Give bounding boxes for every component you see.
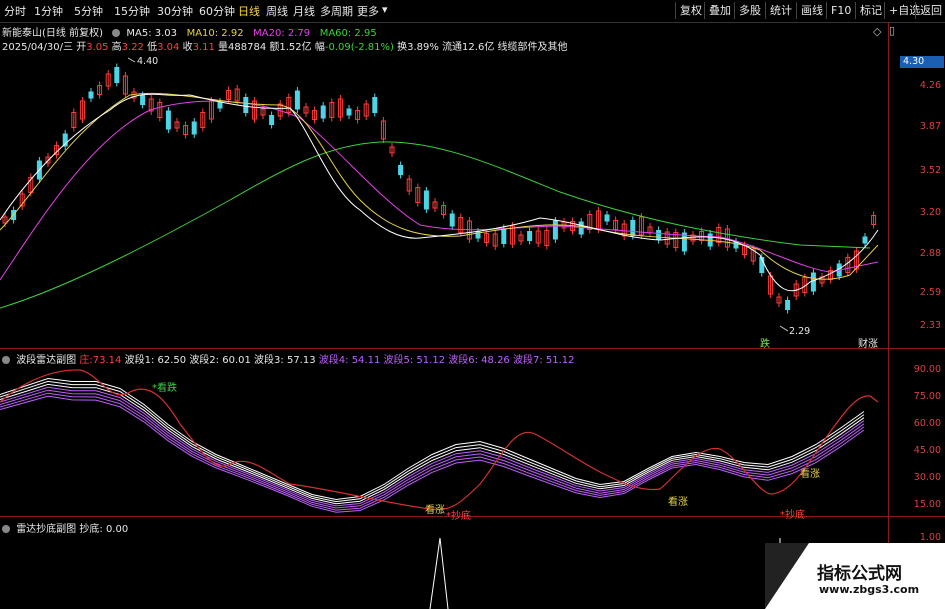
tab-period-30min[interactable]: 30分钟 bbox=[157, 3, 193, 19]
diamond-icon[interactable]: ◇ bbox=[873, 25, 881, 38]
axis-label: 60.00 bbox=[913, 418, 941, 429]
main-info-row: 新能泰山(日线 前复权) MA5: 3.03 MA10: 2.92 MA20: … bbox=[2, 24, 377, 39]
back-button[interactable]: 返回 bbox=[915, 2, 945, 19]
candle-body bbox=[449, 213, 455, 227]
tab-period-60min[interactable]: 60分钟 bbox=[199, 3, 235, 19]
candle-body bbox=[501, 228, 507, 244]
candle-body bbox=[346, 108, 352, 116]
caizhang-signal-label: 财涨 bbox=[858, 339, 878, 350]
tab-period-weekly[interactable]: 周线 bbox=[266, 3, 288, 19]
panel-toggle-icon[interactable]: ▯ bbox=[889, 24, 895, 37]
axis-label: 90.00 bbox=[913, 364, 941, 375]
axis-label: 3.52 bbox=[919, 165, 941, 176]
axis-label: 15.00 bbox=[913, 499, 941, 510]
candle-body bbox=[656, 230, 662, 240]
band-radar-chart bbox=[0, 369, 879, 513]
ma5-line bbox=[0, 93, 879, 292]
period-toolbar: 分时 1分钟 5分钟 15分钟 30分钟 60分钟 日线 周线 月线 多周期 更… bbox=[0, 0, 945, 23]
watermark-corner-shape bbox=[765, 543, 809, 609]
tab-period-5min[interactable]: 5分钟 bbox=[74, 3, 103, 19]
candle-body bbox=[423, 190, 429, 210]
tab-period-monthly[interactable]: 月线 bbox=[293, 3, 315, 19]
tab-period-1min[interactable]: 1分钟 bbox=[34, 3, 63, 19]
candle-body bbox=[217, 101, 223, 109]
candle-body bbox=[320, 105, 326, 119]
watermark-title: 指标公式网 bbox=[817, 564, 902, 584]
band-line bbox=[0, 386, 865, 507]
band-line bbox=[0, 377, 865, 501]
candle-body bbox=[269, 115, 275, 125]
axis-label: 1.00 bbox=[919, 532, 941, 543]
multi-stock-button[interactable]: 多股 bbox=[734, 2, 765, 19]
draw-line-button[interactable]: 画线 bbox=[796, 2, 827, 19]
candle-body bbox=[398, 165, 404, 175]
more-dropdown-icon[interactable]: ▾ bbox=[382, 3, 388, 16]
die-signal-label: 跌 bbox=[760, 339, 770, 350]
candles-group bbox=[2, 63, 877, 314]
high-mark-label: 4.40 bbox=[137, 56, 159, 67]
tab-period-more[interactable]: 更多 bbox=[357, 3, 379, 19]
chaodi-label: *抄底 bbox=[446, 511, 471, 522]
candle-body bbox=[372, 97, 378, 113]
low-marker-line bbox=[779, 325, 789, 332]
axis-label: 2.59 bbox=[919, 287, 941, 298]
restore-right-button[interactable]: 复权 bbox=[675, 2, 706, 19]
settings-circle-icon[interactable] bbox=[112, 29, 121, 37]
kanzhang-label: 看涨 bbox=[668, 497, 688, 508]
sub1-settings-icon[interactable] bbox=[2, 356, 10, 364]
watermark-url: www.zbgs3.com bbox=[819, 583, 920, 596]
zhuang-line bbox=[0, 369, 879, 511]
axis-label: 2.88 bbox=[919, 248, 941, 259]
kanzhang-label: 看涨 bbox=[800, 469, 820, 480]
chaodi-signal-chart bbox=[429, 537, 781, 609]
band-line bbox=[0, 383, 865, 505]
ma60-line bbox=[0, 141, 871, 309]
band-lines-group bbox=[0, 377, 865, 513]
axis-label: 75.00 bbox=[913, 391, 941, 402]
f10-button[interactable]: F10 bbox=[826, 2, 855, 19]
candle-body bbox=[114, 67, 120, 83]
axis-label: 30.00 bbox=[913, 472, 941, 483]
candle-body bbox=[527, 231, 533, 241]
candle-body bbox=[785, 300, 791, 310]
candle-body bbox=[165, 110, 171, 130]
low-mark-label: 2.29 bbox=[789, 326, 811, 337]
tab-period-15min[interactable]: 15分钟 bbox=[114, 3, 150, 19]
chaodi-label: *抄底 bbox=[780, 510, 805, 521]
axis-label: 3.20 bbox=[919, 207, 941, 218]
tab-period-daily[interactable]: 日线 bbox=[238, 3, 260, 19]
tab-period-multi[interactable]: 多周期 bbox=[320, 3, 353, 19]
mark-button[interactable]: 标记 bbox=[855, 2, 886, 19]
chaodi-spike bbox=[429, 537, 449, 609]
axis-label: 3.87 bbox=[919, 121, 941, 132]
axis-label: 45.00 bbox=[913, 445, 941, 456]
candle-body bbox=[810, 272, 816, 292]
candle-body bbox=[604, 214, 610, 222]
candle-body bbox=[243, 97, 249, 113]
candlestick-chart bbox=[0, 57, 879, 332]
kanzhang-label: 看涨 bbox=[425, 505, 445, 516]
stats-button[interactable]: 统计 bbox=[765, 2, 796, 19]
candle-body bbox=[88, 91, 94, 99]
tab-period-fenshi[interactable]: 分时 bbox=[4, 3, 26, 19]
candle-body bbox=[191, 121, 197, 135]
candle-body bbox=[140, 95, 146, 105]
kandie-label: *看跌 bbox=[152, 383, 177, 394]
axis-divider bbox=[888, 22, 889, 609]
band-line bbox=[0, 392, 865, 511]
candle-body bbox=[294, 90, 300, 110]
current-price-tag: 4.30 bbox=[900, 56, 944, 68]
axis-label: 4.26 bbox=[919, 80, 941, 91]
axis-label: 2.33 bbox=[919, 320, 941, 331]
overlay-button[interactable]: 叠加 bbox=[704, 2, 735, 19]
candle-body bbox=[552, 220, 558, 240]
high-marker-line bbox=[127, 57, 136, 63]
candle-body bbox=[862, 236, 868, 244]
band-line bbox=[0, 380, 865, 503]
watermark-banner: 指标公式网 www.zbgs3.com bbox=[765, 543, 945, 609]
main-sub1-divider bbox=[0, 348, 945, 349]
candle-body bbox=[630, 220, 636, 236]
band-line bbox=[0, 389, 865, 509]
